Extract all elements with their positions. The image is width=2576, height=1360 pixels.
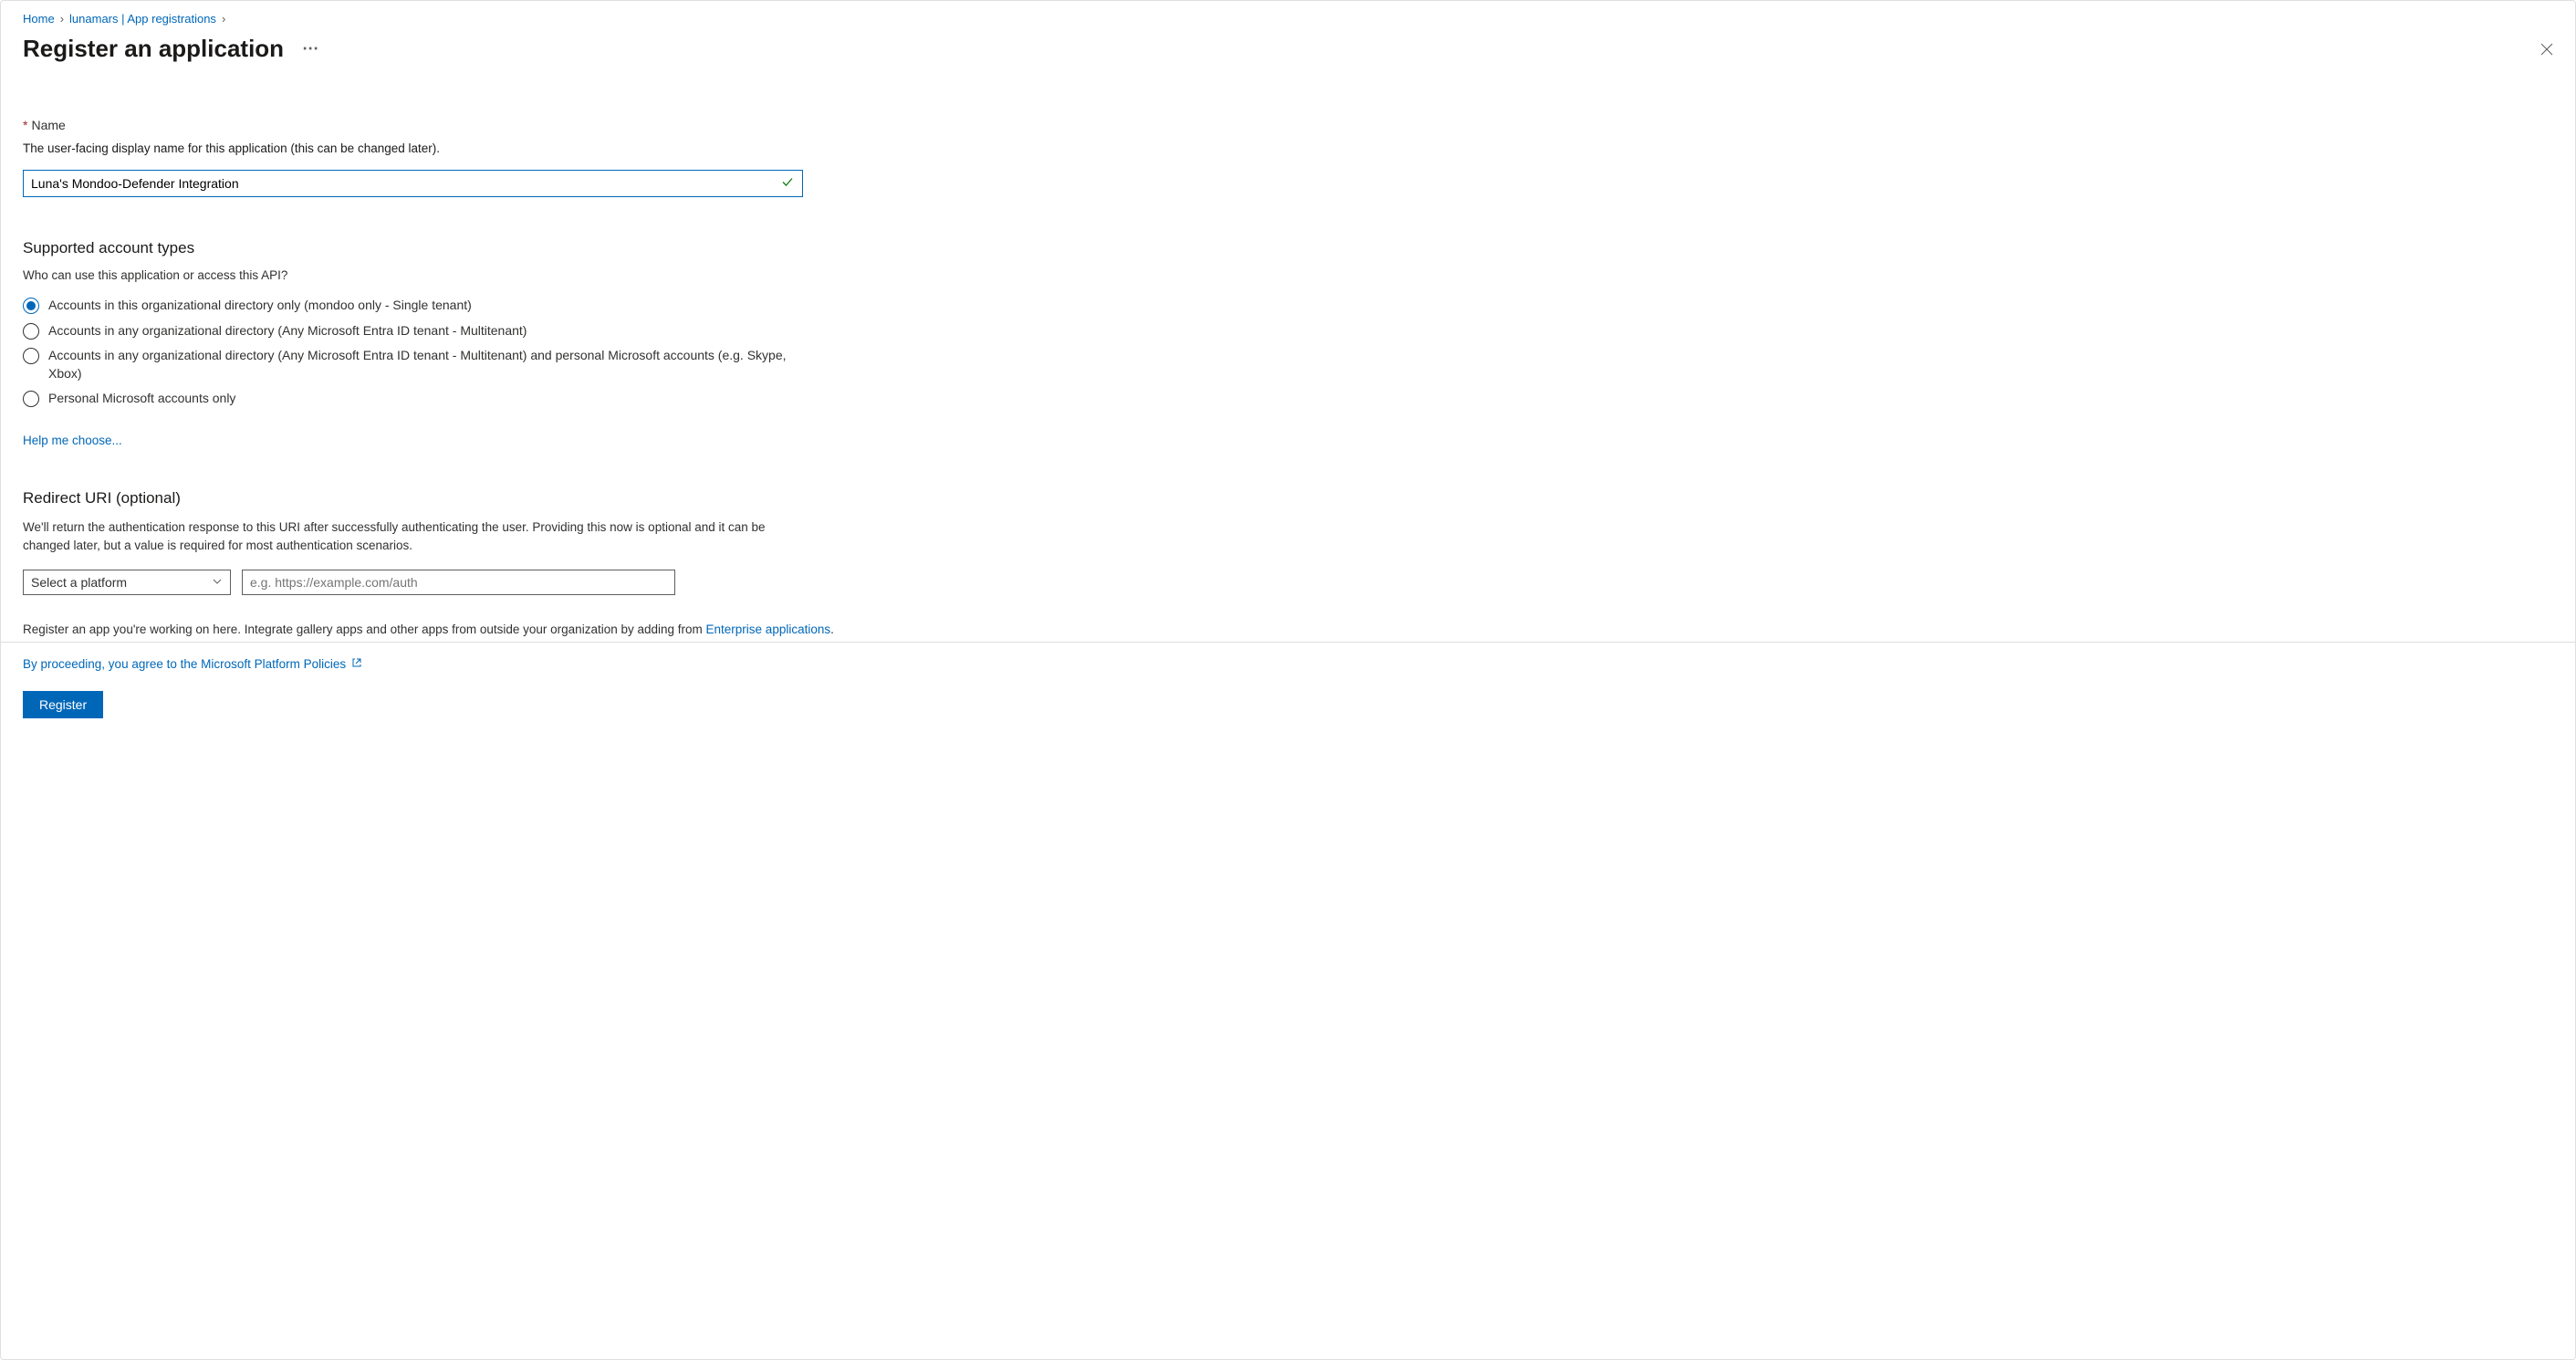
name-label: *Name — [23, 118, 844, 132]
account-types-question: Who can use this application or access t… — [23, 268, 844, 282]
external-link-icon — [351, 657, 362, 671]
platform-select-value: Select a platform — [31, 575, 127, 590]
radio-label: Accounts in any organizational directory… — [48, 322, 527, 340]
account-type-option-multitenant[interactable]: Accounts in any organizational directory… — [23, 322, 803, 340]
platform-select[interactable]: Select a platform — [23, 570, 231, 595]
register-button[interactable]: Register — [23, 691, 103, 718]
breadcrumb-home[interactable]: Home — [23, 12, 55, 26]
name-input[interactable] — [23, 170, 803, 197]
account-types-heading: Supported account types — [23, 239, 844, 257]
divider — [1, 642, 2575, 643]
enterprise-applications-link[interactable]: Enterprise applications — [706, 622, 831, 636]
account-types-radio-group: Accounts in this organizational director… — [23, 297, 803, 408]
chevron-down-icon — [212, 575, 223, 590]
page-title-text: Register an application — [23, 35, 284, 63]
breadcrumb-path[interactable]: lunamars | App registrations — [69, 12, 216, 26]
redirect-uri-description: We'll return the authentication response… — [23, 518, 803, 556]
more-icon[interactable]: ⋯ — [302, 39, 319, 58]
breadcrumb: Home › lunamars | App registrations › — [23, 12, 2553, 26]
radio-label: Accounts in any organizational directory… — [48, 347, 803, 382]
chevron-right-icon: › — [222, 12, 225, 26]
checkmark-icon — [781, 176, 794, 192]
required-indicator: * — [23, 118, 27, 132]
chevron-right-icon: › — [60, 12, 64, 26]
radio-icon — [23, 391, 39, 407]
close-icon[interactable] — [2540, 41, 2553, 60]
footer-note: Register an app you're working on here. … — [23, 622, 844, 636]
radio-icon — [23, 348, 39, 364]
platform-policies-link[interactable]: By proceeding, you agree to the Microsof… — [23, 657, 362, 671]
radio-icon — [23, 298, 39, 314]
radio-label: Accounts in this organizational director… — [48, 297, 472, 315]
radio-label: Personal Microsoft accounts only — [48, 390, 235, 408]
redirect-uri-heading: Redirect URI (optional) — [23, 489, 844, 507]
radio-icon — [23, 323, 39, 340]
account-type-option-multitenant-personal[interactable]: Accounts in any organizational directory… — [23, 347, 803, 382]
account-type-option-single-tenant[interactable]: Accounts in this organizational director… — [23, 297, 803, 315]
name-description: The user-facing display name for this ap… — [23, 141, 844, 155]
account-type-option-personal[interactable]: Personal Microsoft accounts only — [23, 390, 803, 408]
redirect-uri-input[interactable] — [242, 570, 675, 595]
page-title: Register an application ⋯ — [23, 35, 319, 63]
help-me-choose-link[interactable]: Help me choose... — [23, 434, 122, 447]
